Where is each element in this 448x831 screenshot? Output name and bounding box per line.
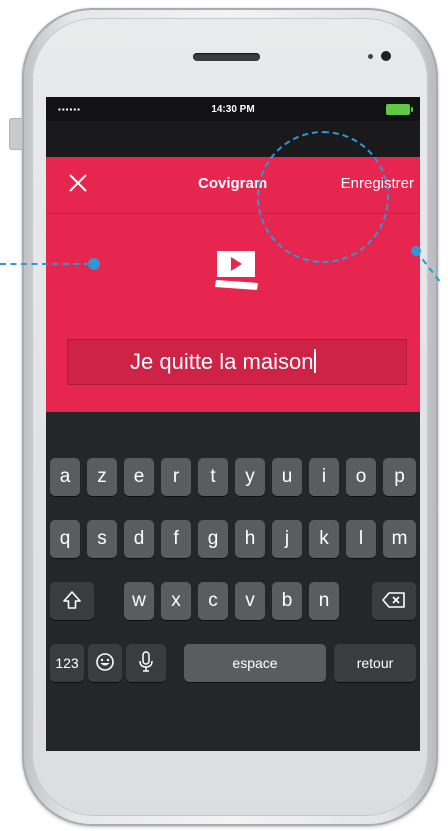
key-e[interactable]: e — [124, 458, 154, 496]
key-b[interactable]: b — [272, 582, 302, 620]
key-x[interactable]: x — [161, 582, 191, 620]
key-a[interactable]: a — [50, 458, 80, 496]
key-d[interactable]: d — [124, 520, 154, 558]
save-callout-dot — [411, 246, 421, 256]
phone-speaker — [193, 53, 260, 61]
key-g[interactable]: g — [198, 520, 228, 558]
battery-icon — [386, 104, 413, 115]
key-w[interactable]: w — [124, 582, 154, 620]
video-play-icon — [215, 249, 259, 293]
message-input[interactable]: Je quitte la maison — [67, 339, 407, 385]
emoji-key[interactable] — [88, 644, 122, 682]
key-p[interactable]: p — [383, 458, 416, 496]
status-time: 14:30 PM — [211, 104, 255, 115]
key-m[interactable]: m — [383, 520, 416, 558]
key-r[interactable]: r — [161, 458, 191, 496]
input-callout-dot — [88, 258, 100, 270]
keyboard: a z e r t y u i o p q s d f g h j k l m … — [46, 412, 420, 751]
backspace-key[interactable] — [372, 582, 416, 620]
key-h[interactable]: h — [235, 520, 265, 558]
key-s[interactable]: s — [87, 520, 117, 558]
key-l[interactable]: l — [346, 520, 376, 558]
phone-sensor — [368, 54, 373, 59]
return-key[interactable]: retour — [334, 644, 416, 682]
backspace-icon — [382, 592, 405, 608]
status-bar: ▪▪▪▪▪▪ 14:30 PM — [46, 97, 420, 121]
shift-icon — [63, 591, 81, 609]
key-q[interactable]: q — [50, 520, 80, 558]
numbers-key[interactable]: 123 — [50, 644, 84, 682]
key-v[interactable]: v — [235, 582, 265, 620]
save-callout-circle — [257, 131, 389, 263]
key-j[interactable]: j — [272, 520, 302, 558]
phone-camera — [381, 51, 391, 61]
key-c[interactable]: c — [198, 582, 228, 620]
key-n[interactable]: n — [309, 582, 339, 620]
close-icon[interactable] — [66, 171, 90, 195]
shift-key[interactable] — [50, 582, 94, 620]
microphone-icon — [139, 651, 153, 672]
key-o[interactable]: o — [346, 458, 376, 496]
key-k[interactable]: k — [309, 520, 339, 558]
key-y[interactable]: y — [235, 458, 265, 496]
input-callout-line — [0, 263, 90, 265]
key-t[interactable]: t — [198, 458, 228, 496]
key-f[interactable]: f — [161, 520, 191, 558]
key-i[interactable]: i — [309, 458, 339, 496]
space-key[interactable]: espace — [184, 644, 326, 682]
emoji-icon — [96, 653, 114, 671]
text-caret — [314, 349, 317, 373]
phone-side-button — [9, 118, 23, 150]
microphone-key[interactable] — [126, 644, 166, 682]
key-z[interactable]: z — [87, 458, 117, 496]
message-input-value: Je quitte la maison — [130, 349, 317, 375]
key-u[interactable]: u — [272, 458, 302, 496]
